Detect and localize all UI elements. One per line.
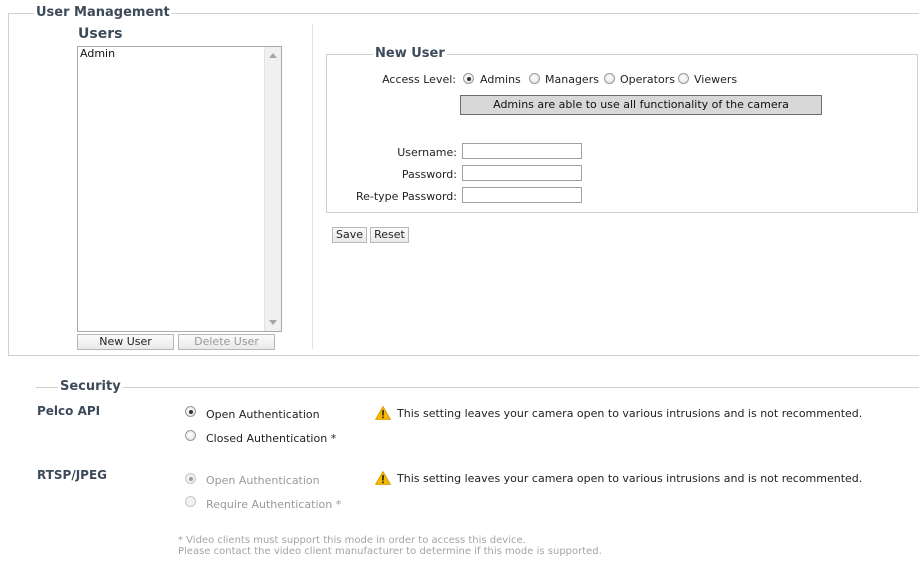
footnote-line-2: Please contact the video client manufact…	[178, 546, 602, 557]
pelco-open-label[interactable]: Open Authentication	[206, 408, 320, 421]
user-management-legend: User Management	[34, 5, 172, 20]
users-scrollbar[interactable]	[264, 47, 281, 331]
pelco-closed-radio[interactable]	[185, 430, 196, 441]
pelco-api-label: Pelco API	[37, 404, 101, 418]
access-level-label: Access Level:	[382, 73, 456, 86]
column-divider	[312, 24, 313, 349]
reset-button[interactable]: Reset	[370, 227, 409, 243]
access-managers-label[interactable]: Managers	[545, 73, 599, 86]
footnote-line-1: * Video clients must support this mode i…	[178, 535, 526, 546]
access-viewers-radio[interactable]	[678, 73, 689, 84]
rtsp-open-radio[interactable]	[185, 473, 196, 484]
access-operators-radio[interactable]	[604, 73, 615, 84]
rtsp-require-label[interactable]: Require Authentication *	[206, 498, 341, 511]
warning-triangle-icon	[375, 406, 391, 420]
access-admins-radio[interactable]	[463, 73, 474, 84]
new-user-legend: New User	[373, 46, 447, 61]
pelco-closed-label[interactable]: Closed Authentication *	[206, 432, 336, 445]
delete-user-button[interactable]: Delete User	[178, 334, 275, 350]
scroll-up-arrow-icon[interactable]	[269, 53, 277, 58]
access-operators-label[interactable]: Operators	[620, 73, 675, 86]
retype-password-label: Re-type Password:	[355, 190, 457, 203]
user-list-item[interactable]: Admin	[80, 47, 115, 60]
access-level-description: Admins are able to use all functionality…	[460, 95, 822, 115]
pelco-open-radio[interactable]	[185, 406, 196, 417]
users-heading: Users	[78, 26, 123, 42]
rtsp-jpeg-label: RTSP/JPEG	[37, 468, 108, 482]
save-button[interactable]: Save	[332, 227, 367, 243]
retype-password-field[interactable]	[462, 187, 582, 203]
users-listbox[interactable]: Admin	[77, 46, 282, 332]
access-managers-radio[interactable]	[529, 73, 540, 84]
access-viewers-label[interactable]: Viewers	[694, 73, 737, 86]
security-legend: Security	[58, 379, 123, 394]
pelco-warning-text: This setting leaves your camera open to …	[397, 407, 863, 420]
new-user-button[interactable]: New User	[77, 334, 174, 350]
username-field[interactable]	[462, 143, 582, 159]
access-admins-label[interactable]: Admins	[480, 73, 521, 86]
password-field[interactable]	[462, 165, 582, 181]
username-label: Username:	[397, 146, 457, 159]
security-frame-top	[36, 387, 919, 388]
password-label: Password:	[401, 168, 457, 181]
warning-triangle-icon	[375, 471, 391, 485]
rtsp-warning-text: This setting leaves your camera open to …	[397, 472, 863, 485]
scroll-down-arrow-icon[interactable]	[269, 320, 277, 325]
rtsp-open-label[interactable]: Open Authentication	[206, 474, 320, 487]
rtsp-require-radio[interactable]	[185, 496, 196, 507]
